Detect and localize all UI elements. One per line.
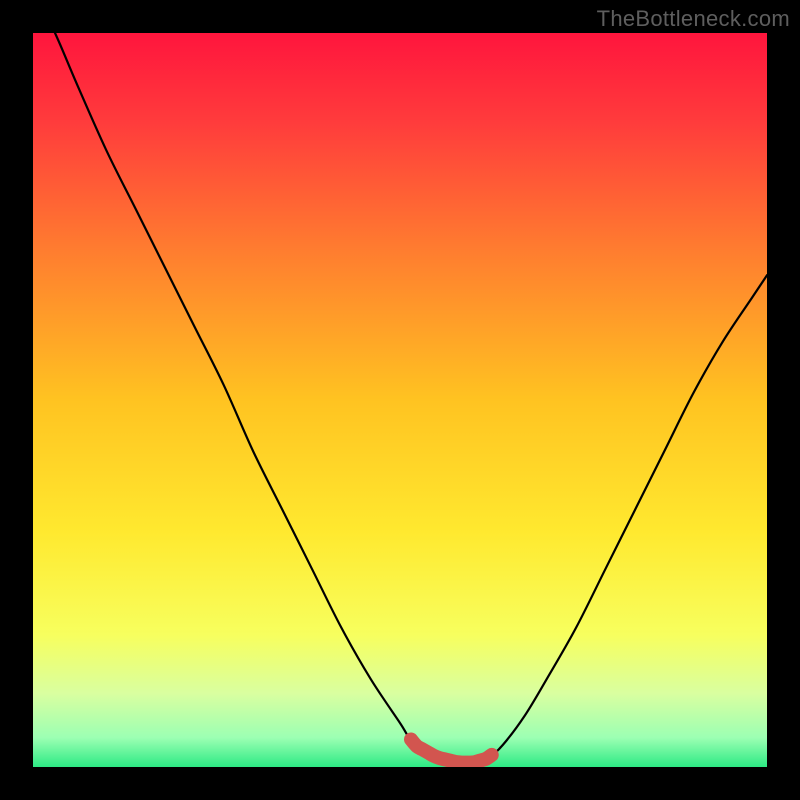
gradient-plot-area (33, 33, 767, 767)
chart-container: TheBottleneck.com (0, 0, 800, 800)
bottleneck-chart (0, 0, 800, 800)
watermark-text: TheBottleneck.com (597, 6, 790, 32)
